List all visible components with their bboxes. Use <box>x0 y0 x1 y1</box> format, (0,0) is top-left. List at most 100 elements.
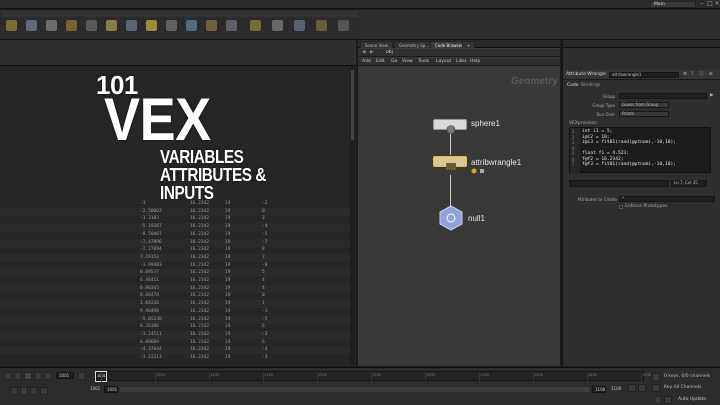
tube-tool-icon[interactable] <box>46 20 57 31</box>
pin-icon[interactable]: ⊕ <box>709 72 713 78</box>
minimize-icon[interactable]: – <box>698 1 706 7</box>
keys-icon[interactable] <box>652 373 660 381</box>
platonic-tool-icon[interactable] <box>250 20 261 31</box>
jump-start-icon[interactable] <box>4 372 12 380</box>
menu-go[interactable]: Go <box>391 59 397 65</box>
audio-icon[interactable] <box>10 387 18 395</box>
spray-paint-tool-icon[interactable] <box>206 20 217 31</box>
help-icon[interactable]: ? <box>691 72 693 78</box>
table-cell: -5 <box>262 316 268 322</box>
start-frame-field-2[interactable]: 1001 <box>104 386 118 393</box>
run-over-value: Points <box>622 111 635 116</box>
menu-view[interactable]: View <box>402 59 413 65</box>
tab-bindings[interactable]: Bindings <box>581 83 600 89</box>
add-tab-button[interactable]: + <box>462 41 476 48</box>
node-null1[interactable] <box>438 205 464 235</box>
camera-tool-icon[interactable] <box>338 20 349 31</box>
close-icon[interactable]: × <box>713 1 720 7</box>
range-icon[interactable] <box>40 387 48 395</box>
info-icon[interactable]: ⓘ <box>699 72 704 78</box>
key-all-icon[interactable] <box>652 384 660 392</box>
cook-icon[interactable] <box>654 396 662 404</box>
current-frame-field[interactable]: 1001 <box>56 372 74 379</box>
path-tool-icon[interactable] <box>186 20 197 31</box>
update-icon[interactable] <box>664 396 672 404</box>
box-tool-icon[interactable] <box>6 20 17 31</box>
table-cell: 19 <box>225 270 231 276</box>
channel-icon[interactable] <box>638 384 646 392</box>
enforce-prototypes-checkbox[interactable] <box>619 205 623 209</box>
tab-scene-view[interactable]: Scene View <box>360 41 393 48</box>
tab-code[interactable]: Code <box>567 83 579 89</box>
table-cell: -1 <box>262 308 268 314</box>
key-icon[interactable] <box>20 387 28 395</box>
table-cell: 0.89537 <box>140 270 159 276</box>
font-tool-icon[interactable] <box>226 20 237 31</box>
step-back-icon[interactable] <box>14 372 22 380</box>
ruler-tick-label: 1300 <box>426 373 435 377</box>
node-label-sphere1[interactable]: sphere1 <box>471 119 500 128</box>
realtime-icon[interactable] <box>78 372 86 380</box>
group-field[interactable] <box>619 93 707 99</box>
curve-tool-icon[interactable] <box>166 20 177 31</box>
l-system-tool-icon[interactable] <box>272 20 283 31</box>
play-icon[interactable] <box>34 372 42 380</box>
frame-range-slider[interactable] <box>120 387 590 392</box>
timeline-ruler[interactable]: 1001 10501100115012001250130013501400145… <box>95 371 651 382</box>
gear-icon[interactable]: ⚙ <box>683 72 687 78</box>
start-frame-field[interactable]: 1001 <box>88 386 102 393</box>
step-forward-icon[interactable] <box>44 372 52 380</box>
grid-tool-icon[interactable] <box>86 20 97 31</box>
window-title-bar: Main – □ × <box>0 0 720 9</box>
run-over-label: Run Over <box>596 112 615 117</box>
table-cell: 19 <box>225 293 231 299</box>
end-frame-field-2[interactable]: 1100 <box>609 386 623 393</box>
node-label-attribwrangle1[interactable]: attribwrangle1 <box>471 158 521 167</box>
run-over-select[interactable]: Points <box>619 111 669 117</box>
back-icon[interactable]: ◀ <box>362 50 365 56</box>
table-cell: -2 <box>262 201 268 206</box>
null-tool-icon[interactable] <box>106 20 117 31</box>
menu-labs[interactable]: Labs <box>456 59 466 65</box>
node-name-value: attribwrangle1 <box>612 72 642 77</box>
desktop-selector[interactable]: Main <box>650 1 696 8</box>
metaball-tool-icon[interactable] <box>294 20 305 31</box>
torus-tool-icon[interactable] <box>66 20 77 31</box>
table-row: -3.22213 16.2342 19 -3 <box>0 354 352 362</box>
lock-icon[interactable] <box>30 387 38 395</box>
attributes-to-create-field[interactable]: * <box>619 196 715 202</box>
menu-layout[interactable]: Layout <box>436 59 451 65</box>
end-frame-field[interactable]: 1100 <box>592 386 606 393</box>
scrollbar-thumb[interactable] <box>351 70 354 140</box>
menu-tools[interactable]: Tools <box>418 59 429 65</box>
menu-add[interactable]: Add <box>362 59 371 65</box>
circle-tool-icon[interactable] <box>146 20 157 31</box>
node-sphere1[interactable] <box>433 119 467 134</box>
table-cell: -7.47896 <box>140 239 162 245</box>
file-tool-icon[interactable] <box>316 20 327 31</box>
node-label-null1[interactable]: null1 <box>468 214 485 223</box>
group-type-select[interactable]: Guess from Group <box>619 102 669 108</box>
network-path[interactable]: obj <box>386 50 393 56</box>
vex-code-editor[interactable]: 1 2 3 4 5 6 7 int i1 = 5; i@i2 = 10; i@i… <box>569 127 711 174</box>
table-cell: 16.2342 <box>190 262 209 268</box>
line-tool-icon[interactable] <box>126 20 137 31</box>
spreadsheet-scrollbar[interactable] <box>350 68 355 364</box>
node-attribwrangle1[interactable] <box>433 156 467 170</box>
shelf-toolbar <box>0 10 360 40</box>
group-arrow-icon[interactable]: ▶ <box>710 93 713 99</box>
table-cell: 0 <box>262 208 265 214</box>
menu-edit[interactable]: Edit <box>376 59 385 65</box>
key-all-channels-label[interactable]: Key All Channels <box>664 385 701 391</box>
forward-icon[interactable]: ▶ <box>370 50 373 56</box>
auto-update-label[interactable]: Auto Update <box>678 397 706 403</box>
play-back-icon[interactable] <box>24 372 32 380</box>
sphere-tool-icon[interactable] <box>26 20 37 31</box>
spreadsheet-header <box>0 40 356 66</box>
table-cell: 19 <box>225 278 231 283</box>
table-cell: 16.2342 <box>190 331 209 337</box>
scope-icon[interactable] <box>628 384 636 392</box>
menu-help[interactable]: Help <box>470 59 480 65</box>
tab-geometry-spreadsheet[interactable]: Geometry Sp... <box>394 41 435 48</box>
shelf-tabs[interactable] <box>2 11 358 17</box>
